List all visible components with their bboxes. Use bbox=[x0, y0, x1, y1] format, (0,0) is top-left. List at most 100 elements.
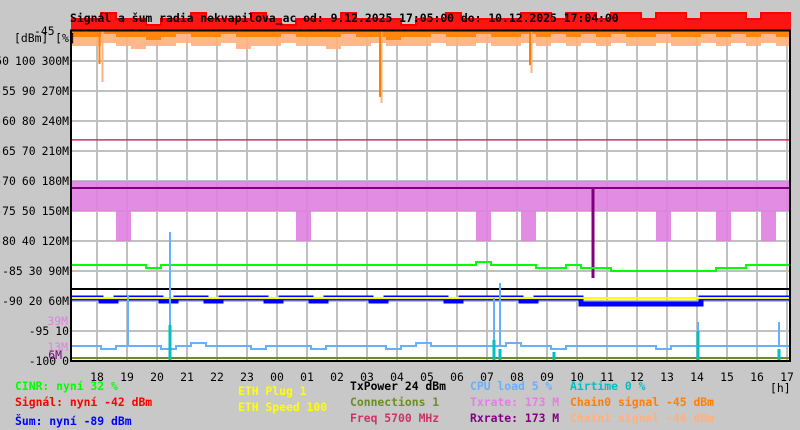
graph-image: Signál a šum radia nekvapilova_ac od: 9.… bbox=[0, 0, 800, 430]
txrate-bar bbox=[356, 181, 371, 211]
y-tick-pct: 70 bbox=[22, 144, 36, 158]
y-tick-dbm: -60 bbox=[0, 114, 16, 128]
txrate-bar bbox=[491, 181, 506, 211]
txrate-bar bbox=[686, 181, 701, 211]
legend-signal: Signál: nyní -42 dBm bbox=[15, 395, 152, 409]
y-tick-label: -90 20 60M bbox=[2, 294, 69, 308]
txrate-bar bbox=[746, 181, 761, 211]
y-tick-label: -55 90 270M bbox=[0, 84, 69, 98]
y-tick-dbm: -55 bbox=[0, 84, 16, 98]
chain0-bar bbox=[596, 31, 611, 37]
txrate-bar bbox=[266, 181, 281, 211]
signal-bar bbox=[671, 13, 686, 31]
txrate-bar bbox=[536, 181, 551, 211]
x-tick-label: 23 bbox=[240, 370, 254, 384]
chart-title: Signál a šum radia nekvapilova_ac od: 9.… bbox=[70, 11, 619, 26]
txrate-bar bbox=[371, 181, 386, 211]
x-unit-label: [h] bbox=[770, 381, 791, 395]
y-tick-rate: 180M bbox=[42, 174, 70, 188]
chain0-bar bbox=[566, 31, 581, 37]
chain0-bar bbox=[296, 31, 311, 37]
signal-bar bbox=[656, 13, 671, 31]
x-tick-label: 16 bbox=[750, 370, 764, 384]
chain0-bar bbox=[536, 31, 551, 37]
txrate-bar bbox=[341, 181, 356, 211]
chain0-bar bbox=[251, 31, 266, 37]
signal-bar bbox=[716, 13, 731, 31]
txrate-bar bbox=[641, 181, 656, 211]
y-tick-rate: 210M bbox=[42, 144, 70, 158]
x-tick-label: 13 bbox=[660, 370, 674, 384]
txrate-bar bbox=[206, 181, 221, 211]
y-tick-dbm: -70 bbox=[0, 174, 16, 188]
legend-cinr: CINR: nyní 32 % bbox=[15, 379, 118, 393]
chain0-bar bbox=[716, 31, 731, 37]
y-tick-label: -60 80 240M bbox=[0, 114, 69, 128]
txrate-bar bbox=[116, 181, 131, 241]
x-tick-label: 06 bbox=[450, 370, 464, 384]
txrate-bar bbox=[416, 181, 431, 211]
legend-rxrate: Rxrate: 173 M bbox=[470, 411, 559, 425]
y-tick-dbm: -50 bbox=[0, 54, 9, 68]
signal-bar bbox=[746, 19, 761, 31]
chain0-bar bbox=[116, 31, 131, 37]
txrate-bar bbox=[251, 181, 266, 211]
txrate-bar bbox=[701, 181, 716, 211]
txrate-bar bbox=[176, 181, 191, 211]
txrate-bar bbox=[656, 181, 671, 241]
chain0-bar bbox=[191, 31, 206, 37]
chain0-bar bbox=[491, 31, 506, 37]
y-tick-dbm: -75 bbox=[0, 204, 16, 218]
x-tick-label: 00 bbox=[270, 370, 284, 384]
chain0-bar bbox=[626, 31, 641, 37]
legend-eth-plug: ETH Plug 1 bbox=[238, 384, 307, 398]
txrate-bar bbox=[506, 181, 521, 211]
chain0-bar bbox=[311, 31, 326, 37]
chain0-bar bbox=[686, 31, 701, 37]
chain0-bar bbox=[446, 31, 461, 37]
chain0-bar bbox=[641, 31, 656, 37]
chain0-bar bbox=[746, 31, 761, 37]
chain0-bar bbox=[461, 31, 476, 37]
txrate-bar bbox=[461, 181, 476, 211]
y-tick-pct: 50 bbox=[22, 204, 36, 218]
x-tick-label: 02 bbox=[330, 370, 344, 384]
txrate-bar bbox=[431, 181, 446, 211]
txrate-bar bbox=[146, 181, 161, 211]
y-tick-rate: 240M bbox=[42, 114, 70, 128]
txrate-bar bbox=[716, 181, 731, 241]
chain0-bar bbox=[671, 31, 686, 37]
signal-bar bbox=[626, 13, 641, 31]
legend-airtime: Airtime 0 % bbox=[570, 379, 646, 393]
chart: Signál a šum radia nekvapilova_ac od: 9.… bbox=[0, 11, 794, 428]
chain0-bar bbox=[326, 31, 341, 37]
txrate-bar bbox=[551, 181, 566, 211]
legend-txrate: Txrate: 173 M bbox=[470, 395, 559, 409]
x-tick-label: 01 bbox=[300, 370, 314, 384]
chain0-bar bbox=[356, 31, 371, 37]
y-tick-dbm: -85 bbox=[2, 264, 23, 278]
rate-marker-label: 6M bbox=[48, 348, 62, 362]
y-tick-rate: 270M bbox=[42, 84, 70, 98]
txrate-bar bbox=[446, 181, 461, 211]
chain0-bar bbox=[401, 31, 416, 37]
legend-noise: Šum: nyní -89 dBm bbox=[15, 413, 132, 428]
y-tick-label: -70 60 180M bbox=[0, 174, 69, 188]
txrate-bar bbox=[101, 181, 116, 211]
legend-chain1: Chain1 signal -46 dBm bbox=[570, 411, 714, 425]
y-tick-pct: 60 bbox=[22, 174, 36, 188]
y-tick-pct: 40 bbox=[22, 234, 36, 248]
signal-bar bbox=[641, 19, 656, 31]
txrate-bar bbox=[71, 181, 86, 211]
txrate-bar bbox=[401, 181, 416, 211]
legend: CINR: nyní 32 % Signál: nyní -42 dBm Šum… bbox=[15, 379, 714, 428]
legend-connections: Connections 1 bbox=[350, 395, 439, 409]
txrate-bar bbox=[386, 181, 401, 211]
txrate-bar bbox=[596, 181, 611, 211]
y-tick-label: -75 50 150M bbox=[0, 204, 69, 218]
y-tick-label: -50 100 300M bbox=[0, 54, 69, 68]
txrate-bar bbox=[191, 181, 206, 211]
y-tick-rate: 150M bbox=[42, 204, 70, 218]
y-tick-dbm: -65 bbox=[0, 144, 16, 158]
txrate-bar bbox=[236, 181, 251, 211]
